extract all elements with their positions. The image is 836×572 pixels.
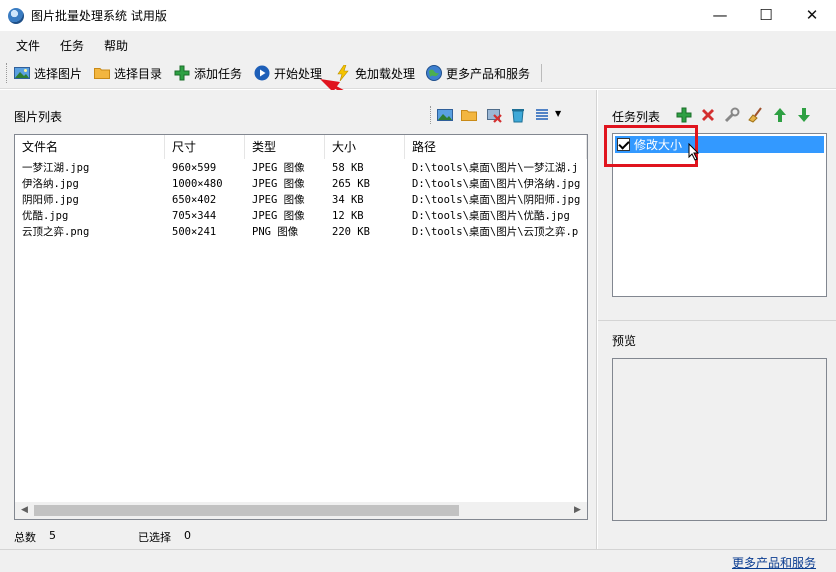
table-row[interactable]: 伊洛纳.jpg 1000×480 JPEG 图像 265 KB D:\tools…	[15, 176, 587, 192]
mini-toolbar-grip	[430, 106, 431, 124]
cell-path: D:\tools\桌面\图片\云顶之弈.p	[412, 226, 579, 238]
cell-bytes: 58 KB	[332, 162, 364, 174]
add-folder-icon[interactable]	[461, 107, 477, 123]
cell-path: D:\tools\桌面\图片\优酷.jpg	[412, 210, 570, 222]
table-row[interactable]: 一梦江湖.jpg 960×599 JPEG 图像 58 KB D:\tools\…	[15, 160, 587, 176]
column-header-path[interactable]: 路径	[405, 135, 587, 159]
preview-area	[612, 358, 827, 521]
cell-type: PNG 图像	[252, 226, 299, 238]
view-dropdown-chevron-icon[interactable]: ▼	[555, 109, 561, 118]
cell-bytes: 220 KB	[332, 226, 370, 238]
table-row[interactable]: 优酷.jpg 705×344 JPEG 图像 12 KB D:\tools\桌面…	[15, 208, 587, 224]
remove-image-icon[interactable]	[486, 107, 502, 123]
cell-type: JPEG 图像	[252, 162, 305, 174]
list-view-icon[interactable]	[534, 107, 550, 123]
cell-path: D:\tools\桌面\图片\伊洛纳.jpg	[412, 178, 581, 190]
cell-name: 一梦江湖.jpg	[22, 162, 90, 174]
cell-type: JPEG 图像	[252, 210, 305, 222]
cell-path: D:\tools\桌面\图片\阴阳师.jpg	[412, 194, 581, 206]
task-list-title: 任务列表	[612, 110, 661, 124]
cell-size: 960×599	[172, 162, 217, 174]
preview-panel: 预览	[598, 320, 836, 549]
selected-count: 0	[184, 529, 191, 542]
cell-name: 优酷.jpg	[22, 210, 69, 222]
scroll-left-icon[interactable]: ◀	[18, 504, 31, 517]
cell-size: 705×344	[172, 210, 217, 222]
total-label: 总数	[14, 531, 36, 544]
image-list-title: 图片列表	[14, 110, 63, 124]
table-row[interactable]: 阴阳师.jpg 650×402 JPEG 图像 34 KB D:\tools\桌…	[15, 192, 587, 208]
horizontal-scrollbar[interactable]: ◀ ▶	[15, 502, 587, 519]
cell-bytes: 265 KB	[332, 178, 370, 190]
cell-size: 1000×480	[172, 178, 223, 190]
table-row[interactable]: 云顶之弈.png 500×241 PNG 图像 220 KB D:\tools\…	[15, 224, 587, 240]
column-header-type[interactable]: 类型	[245, 135, 325, 159]
cell-name: 阴阳师.jpg	[22, 194, 79, 206]
add-image-icon[interactable]	[437, 107, 453, 123]
column-header-size[interactable]: 尺寸	[165, 135, 245, 159]
cell-type: JPEG 图像	[252, 194, 305, 206]
cell-path: D:\tools\桌面\图片\一梦江湖.j	[412, 162, 579, 174]
scrollbar-thumb[interactable]	[34, 505, 459, 516]
total-count: 5	[49, 529, 56, 542]
delete-task-icon[interactable]	[700, 107, 716, 123]
column-header-name[interactable]: 文件名	[15, 135, 165, 159]
mouse-cursor-icon	[688, 143, 700, 161]
selected-label: 已选择	[138, 531, 171, 544]
wrench-icon[interactable]	[724, 107, 740, 123]
preview-title: 预览	[612, 334, 637, 348]
image-list[interactable]: 文件名 尺寸 类型 大小 路径 一梦江湖.jpg 960×599 JPEG 图像…	[14, 134, 588, 520]
image-list-panel: 图片列表 ▼ 文件名 尺寸 类型 大小 路径 一梦江湖.jpg 960×599 …	[0, 90, 597, 549]
cell-bytes: 12 KB	[332, 210, 364, 222]
cell-type: JPEG 图像	[252, 178, 305, 190]
cell-size: 500×241	[172, 226, 217, 238]
cell-name: 云顶之弈.png	[22, 226, 90, 238]
cell-bytes: 34 KB	[332, 194, 364, 206]
broom-icon[interactable]	[748, 107, 764, 123]
status-bar: 更多产品和服务	[0, 549, 836, 572]
scroll-right-icon[interactable]: ▶	[571, 504, 584, 517]
more-products-link[interactable]: 更多产品和服务	[732, 554, 816, 571]
column-header-bytes[interactable]: 大小	[325, 135, 405, 159]
cell-name: 伊洛纳.jpg	[22, 178, 79, 190]
annotation-highlight	[604, 125, 698, 167]
cell-size: 650×402	[172, 194, 217, 206]
add-task-icon[interactable]	[676, 107, 692, 123]
recycle-bin-icon[interactable]	[510, 107, 526, 123]
move-up-icon[interactable]	[772, 107, 788, 123]
move-down-icon[interactable]	[796, 107, 812, 123]
